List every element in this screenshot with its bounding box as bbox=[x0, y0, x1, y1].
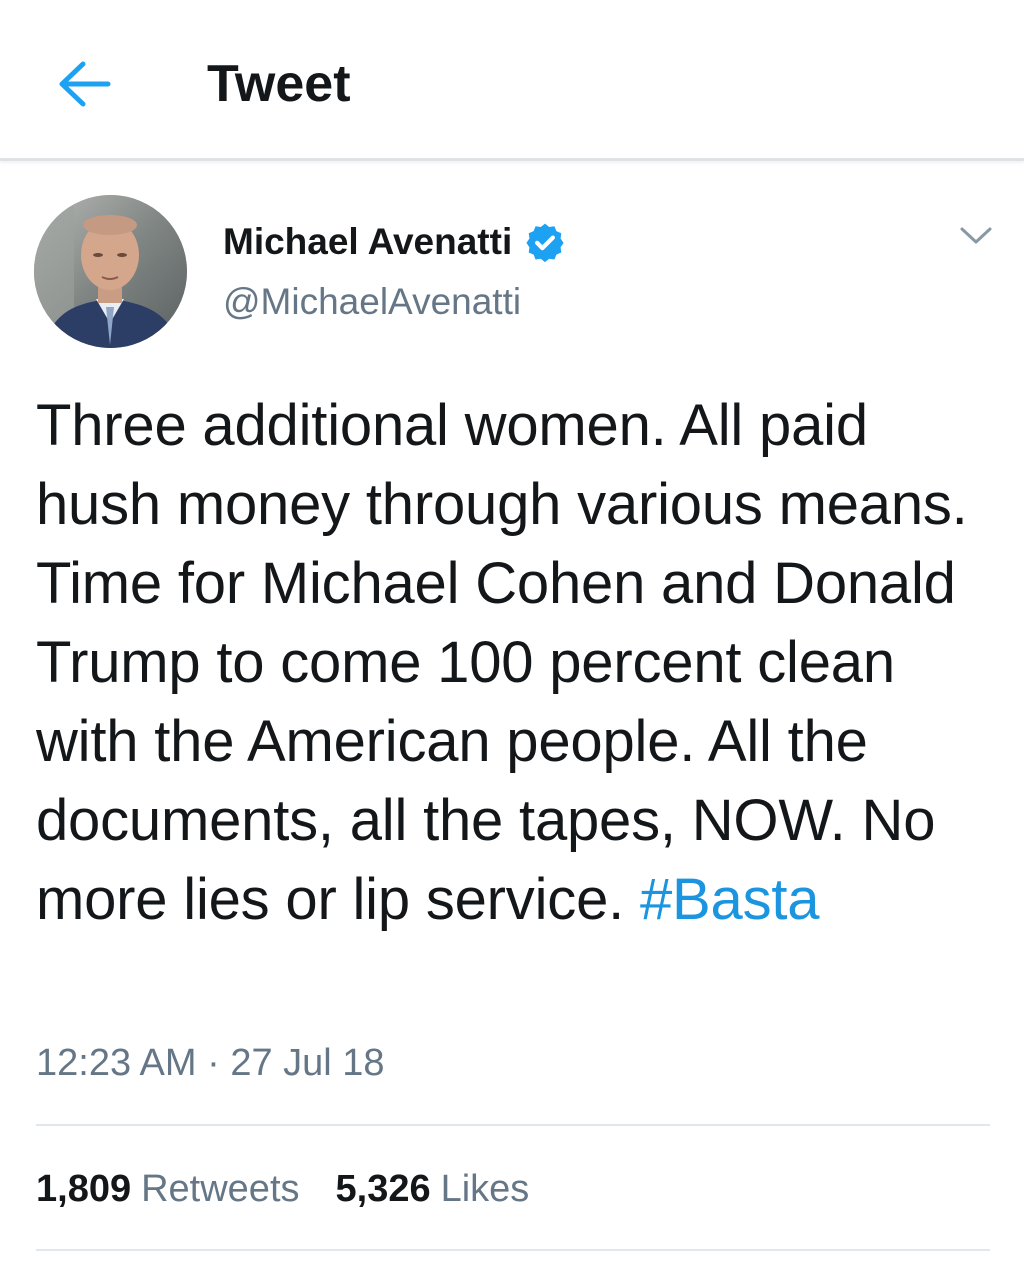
retweets-count: 1,809 bbox=[36, 1168, 132, 1210]
divider bbox=[36, 1124, 990, 1126]
author-handle[interactable]: @MichaelAvenatti bbox=[223, 278, 521, 326]
more-options-button[interactable] bbox=[952, 216, 1000, 256]
tweet-body: Three additional women. All paid hush mo… bbox=[36, 393, 968, 932]
hashtag-link[interactable]: #Basta bbox=[640, 867, 820, 932]
avatar-photo bbox=[34, 195, 187, 348]
retweets-label: Retweets bbox=[141, 1168, 300, 1210]
retweets-stat[interactable]: 1,809 Retweets bbox=[36, 1163, 300, 1215]
divider bbox=[36, 1249, 990, 1251]
likes-label: Likes bbox=[440, 1168, 530, 1210]
chevron-down-icon bbox=[960, 227, 992, 244]
likes-count: 5,326 bbox=[335, 1168, 431, 1210]
arrow-left-icon bbox=[59, 61, 111, 107]
author-name[interactable]: Michael Avenatti bbox=[223, 218, 512, 266]
verified-badge-icon bbox=[526, 223, 564, 263]
page-title: Tweet bbox=[207, 55, 351, 113]
tweet-timestamp[interactable]: 12:23 AM · 27 Jul 18 bbox=[36, 1038, 385, 1088]
avatar[interactable] bbox=[34, 195, 187, 348]
likes-stat[interactable]: 5,326 Likes bbox=[336, 1163, 530, 1215]
author-name-row[interactable]: Michael Avenatti bbox=[223, 218, 566, 266]
tweet-stats: 1,809 Retweets 5,326 Likes bbox=[36, 1163, 529, 1215]
back-button[interactable] bbox=[52, 52, 116, 116]
top-bar: Tweet bbox=[0, 0, 1024, 161]
tweet-text: Three additional women. All paid hush mo… bbox=[36, 386, 996, 939]
